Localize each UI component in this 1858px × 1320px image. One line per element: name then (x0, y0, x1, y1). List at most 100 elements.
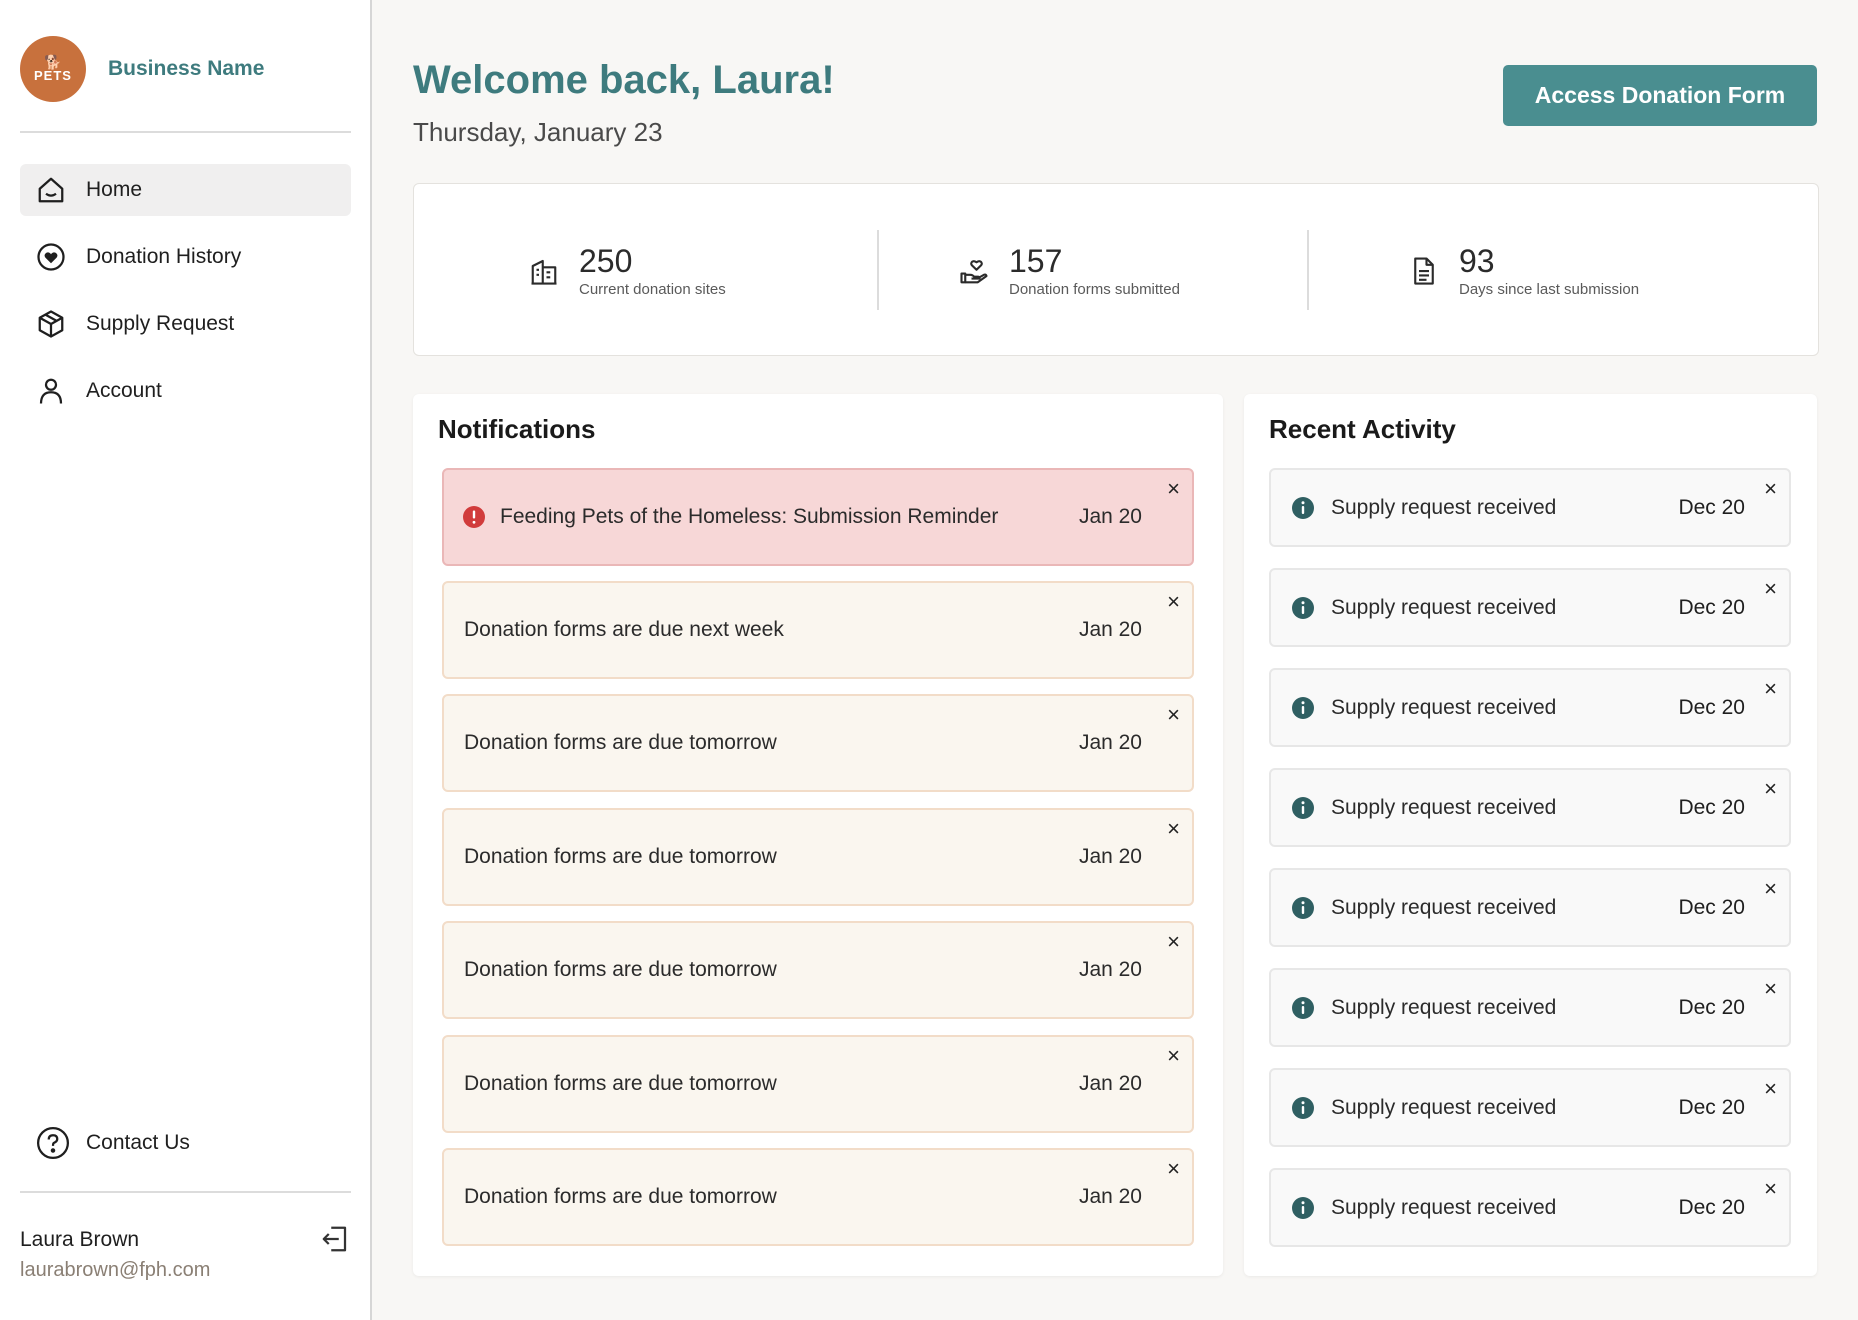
activity-date: Dec 20 (1678, 495, 1745, 519)
notification-text: Donation forms are due tomorrow (464, 958, 777, 981)
dog-icon: 🐕 (44, 54, 62, 70)
user-icon (39, 378, 63, 404)
close-icon[interactable]: × (1764, 1178, 1777, 1200)
activity-item[interactable]: Supply request received Dec 20 × (1269, 1068, 1791, 1147)
activity-item[interactable]: Supply request received Dec 20 × (1269, 868, 1791, 947)
logo-text: PETS (34, 68, 72, 83)
activity-date: Dec 20 (1678, 1095, 1745, 1119)
activity-text: Supply request received (1331, 895, 1557, 919)
contact-us-label: Contact Us (86, 1131, 190, 1154)
close-icon[interactable]: × (1167, 1045, 1180, 1067)
stat-days-since: 93 Days since last submission (1409, 184, 1639, 357)
activity-item[interactable]: Supply request received Dec 20 × (1269, 968, 1791, 1047)
close-icon[interactable]: × (1764, 478, 1777, 500)
logout-icon[interactable] (320, 1224, 350, 1254)
divider (877, 230, 879, 310)
brand-name: Business Name (108, 57, 265, 80)
notifications-panel: Notifications Feeding Pets of the Homele… (413, 394, 1223, 1276)
help-circle-icon (36, 1126, 70, 1160)
divider (20, 1191, 351, 1193)
brand[interactable]: 🐕 PETS Business Name (20, 36, 264, 102)
notification-item[interactable]: Donation forms are due tomorrow Jan 20 × (442, 1148, 1194, 1246)
activity-item[interactable]: Supply request received Dec 20 × (1269, 668, 1791, 747)
activity-item[interactable]: Supply request received Dec 20 × (1269, 468, 1791, 547)
close-icon[interactable]: × (1764, 878, 1777, 900)
info-icon (1292, 496, 1314, 519)
close-icon[interactable]: × (1764, 778, 1777, 800)
notification-text: Donation forms are due tomorrow (464, 1072, 777, 1095)
sidebar-item-label: Donation History (86, 245, 242, 268)
contact-us-link[interactable]: Contact Us (36, 1126, 190, 1160)
notification-date: Jan 20 (1078, 1072, 1142, 1095)
stat-forms-submitted: 157 Donation forms submitted (959, 184, 1180, 357)
close-icon[interactable]: × (1764, 978, 1777, 1000)
current-date: Thursday, January 23 (413, 117, 663, 147)
notification-item[interactable]: Donation forms are due tomorrow Jan 20 × (442, 808, 1194, 906)
activity-date: Dec 20 (1678, 595, 1745, 619)
close-icon[interactable]: × (1764, 1078, 1777, 1100)
alert-icon (463, 506, 485, 528)
notification-item[interactable]: Donation forms are due tomorrow Jan 20 × (442, 694, 1194, 792)
document-icon (1414, 256, 1434, 285)
box-icon (38, 310, 64, 338)
divider (20, 131, 351, 133)
info-icon (1292, 996, 1314, 1019)
activity-date: Dec 20 (1678, 895, 1745, 919)
sidebar-item-donation-history[interactable]: Donation History (20, 231, 351, 283)
activity-text: Supply request received (1331, 695, 1557, 719)
notification-text: Donation forms are due tomorrow (464, 731, 777, 754)
activity-text: Supply request received (1331, 795, 1557, 819)
info-icon (1292, 1196, 1314, 1219)
stat-label: Days since last submission (1459, 281, 1640, 298)
sidebar-item-label: Supply Request (86, 312, 235, 335)
notifications-title: Notifications (438, 414, 596, 444)
sidebar-item-account[interactable]: Account (20, 365, 351, 417)
notification-item[interactable]: Donation forms are due tomorrow Jan 20 × (442, 921, 1194, 1019)
activity-text: Supply request received (1331, 1195, 1557, 1219)
sidebar-item-label: Home (86, 178, 143, 201)
activity-date: Dec 20 (1678, 795, 1745, 819)
activity-date: Dec 20 (1678, 1195, 1745, 1219)
notification-text: Donation forms are due tomorrow (464, 1185, 777, 1208)
divider (1307, 230, 1309, 310)
notification-date: Jan 20 (1078, 958, 1142, 981)
page-title: Welcome back, Laura! (413, 58, 835, 102)
activity-item[interactable]: Supply request received Dec 20 × (1269, 1168, 1791, 1247)
activity-text: Supply request received (1331, 495, 1557, 519)
home-icon (38, 177, 64, 203)
notification-text: Feeding Pets of the Homeless: Submission… (500, 505, 999, 528)
notification-item[interactable]: Donation forms are due tomorrow Jan 20 × (442, 1035, 1194, 1133)
info-icon (1292, 596, 1314, 619)
activity-item[interactable]: Supply request received Dec 20 × (1269, 568, 1791, 647)
notification-date: Jan 20 (1078, 1185, 1142, 1208)
close-icon[interactable]: × (1167, 704, 1180, 726)
stats-card: 250 Current donation sites 157 Donation … (413, 183, 1819, 356)
close-icon[interactable]: × (1167, 591, 1180, 613)
close-icon[interactable]: × (1167, 1158, 1180, 1180)
activity-date: Dec 20 (1678, 695, 1745, 719)
building-icon (531, 259, 557, 285)
sidebar-item-supply-request[interactable]: Supply Request (20, 298, 351, 350)
stat-value: 93 (1459, 243, 1495, 279)
notification-date: Jan 20 (1078, 731, 1142, 754)
user-email: laurabrown@fph.com (20, 1259, 211, 1281)
notification-item[interactable]: Feeding Pets of the Homeless: Submission… (442, 468, 1194, 566)
close-icon[interactable]: × (1167, 478, 1180, 500)
heart-circle-icon (37, 243, 65, 271)
notification-date: Jan 20 (1078, 618, 1142, 641)
stat-value: 250 (579, 243, 633, 279)
close-icon[interactable]: × (1167, 931, 1180, 953)
sidebar-item-home[interactable]: Home (20, 164, 351, 216)
notification-text: Donation forms are due tomorrow (464, 845, 777, 868)
access-donation-form-button[interactable]: Access Donation Form (1503, 65, 1817, 126)
stat-donation-sites: 250 Current donation sites (529, 184, 726, 357)
close-icon[interactable]: × (1764, 678, 1777, 700)
activity-item[interactable]: Supply request received Dec 20 × (1269, 768, 1791, 847)
logo: 🐕 PETS (20, 36, 86, 102)
user-name: Laura Brown (20, 1228, 140, 1251)
notification-item[interactable]: Donation forms are due next week Jan 20 … (442, 581, 1194, 679)
close-icon[interactable]: × (1764, 578, 1777, 600)
info-icon (1292, 1096, 1314, 1119)
info-icon (1292, 696, 1314, 719)
close-icon[interactable]: × (1167, 818, 1180, 840)
